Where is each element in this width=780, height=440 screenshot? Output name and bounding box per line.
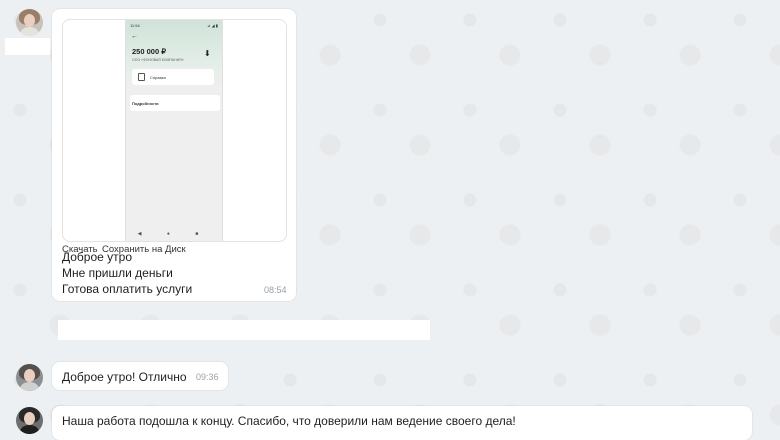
payment-amount: 250 000 ₽ bbox=[132, 47, 166, 56]
download-icon: ⬇ bbox=[204, 49, 211, 58]
message-bubble: Наша работа подошла к концу. Спасибо, чт… bbox=[52, 406, 752, 440]
phone-screenshot: 11:54 ⊿ ◢ ▮ ← 250 000 ₽ ООО «ФОНОВАЯ КОМ… bbox=[125, 20, 223, 241]
message-timestamp: 08:54 bbox=[264, 285, 287, 295]
receipt-label: Справка bbox=[150, 75, 166, 80]
message-timestamp: 09:36 bbox=[196, 372, 219, 382]
phone-status-icons: ⊿ ◢ ▮ bbox=[207, 23, 218, 28]
message-text-line: Доброе утро bbox=[62, 250, 133, 264]
message-bubble: Доброе утро! Отлично 09:36 bbox=[52, 362, 228, 390]
message-text: Доброе утро! Отлично bbox=[62, 370, 187, 384]
redacted-content bbox=[58, 320, 430, 340]
back-arrow-icon: ← bbox=[131, 33, 138, 40]
message-text-line: Мне пришли деньги bbox=[62, 266, 173, 280]
details-label: Подробности bbox=[132, 101, 159, 106]
phone-status-time: 11:54 bbox=[130, 23, 140, 28]
message-bubble-incoming: 11:54 ⊿ ◢ ▮ ← 250 000 ₽ ООО «ФОНОВАЯ КОМ… bbox=[52, 9, 296, 301]
sender-avatar[interactable] bbox=[16, 407, 43, 434]
message-text: Наша работа подошла к концу. Спасибо, чт… bbox=[62, 414, 516, 428]
sender-avatar[interactable] bbox=[16, 364, 43, 391]
sender-name-redacted bbox=[5, 38, 50, 55]
image-attachment[interactable]: 11:54 ⊿ ◢ ▮ ← 250 000 ₽ ООО «ФОНОВАЯ КОМ… bbox=[62, 19, 287, 242]
phone-navbar: ◀ ● ■ bbox=[137, 231, 211, 237]
receipt-card: Справка bbox=[132, 69, 214, 85]
payer-name: ООО «ФОНОВАЯ КОМПАНИЯ» bbox=[132, 58, 184, 62]
details-card: Подробности bbox=[130, 95, 220, 111]
message-text-line: Готова оплатить услуги bbox=[62, 282, 193, 296]
sender-avatar[interactable] bbox=[16, 9, 43, 36]
document-icon bbox=[138, 73, 145, 81]
